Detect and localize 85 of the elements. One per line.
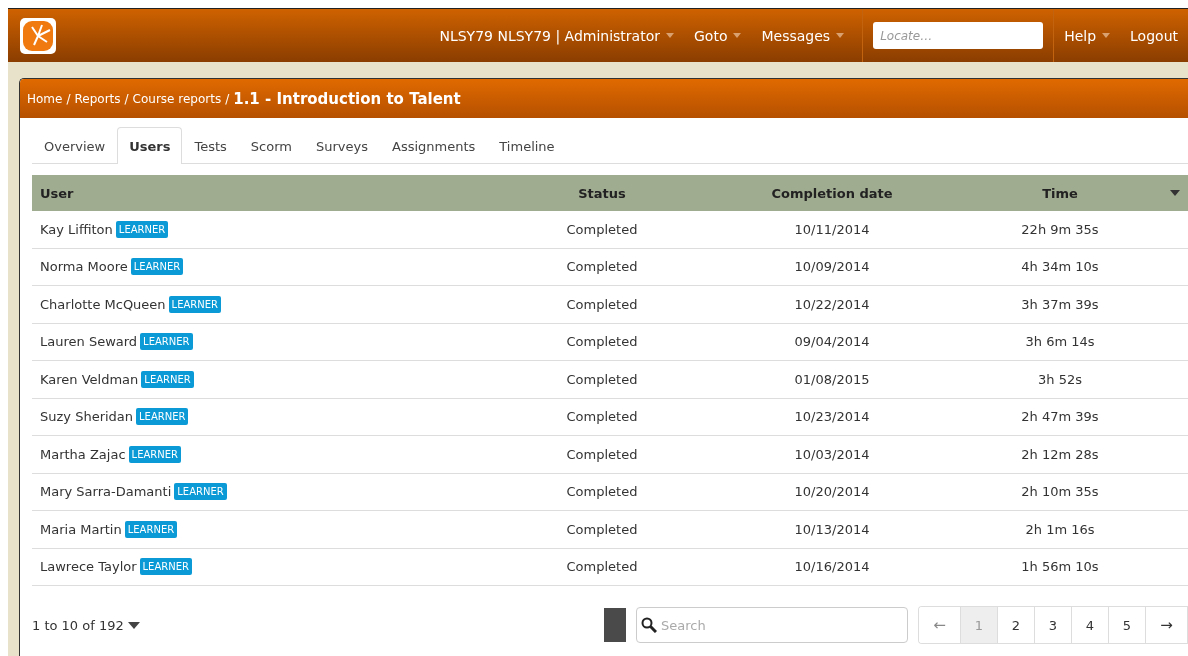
table-cell: 09/04/2014 <box>794 334 870 350</box>
table-cell: 3h 6m 14s <box>1025 334 1095 350</box>
role-badge: LEARNER <box>140 333 193 351</box>
tab[interactable]: Tests <box>182 127 239 164</box>
caret-icon <box>666 33 674 38</box>
user-name: Mary Sarra-Damanti <box>40 484 172 500</box>
role-badge: LEARNER <box>115 220 169 238</box>
column-header[interactable]: Completion date <box>771 185 893 201</box>
table-cell: 10/11/2014 <box>794 221 870 237</box>
nav-menu[interactable]: Logout <box>1120 9 1188 62</box>
table-cell: 2h 10m 35s <box>1021 484 1099 500</box>
role-badge: LEARNER <box>174 483 227 501</box>
breadcrumb-link[interactable]: Course reports <box>132 91 222 106</box>
search-icon <box>641 617 657 633</box>
table-cell: Completed <box>566 334 638 350</box>
role-badge: LEARNER <box>124 520 178 538</box>
table-cell: 10/03/2014 <box>794 446 870 462</box>
role-badge: LEARNER <box>141 370 194 388</box>
table-cell: Completed <box>566 484 638 500</box>
toggle-button[interactable] <box>604 608 626 642</box>
search-field[interactable]: Search <box>636 607 908 643</box>
page-title: 1.1 - Introduction to Talent <box>233 89 461 108</box>
table-cell: 10/13/2014 <box>794 521 870 537</box>
user-name: Lawrece Taylor <box>40 559 137 575</box>
tab[interactable]: Users <box>117 127 183 164</box>
breadcrumb-separator: / <box>124 91 129 106</box>
role-badge: LEARNER <box>130 258 184 276</box>
caret-icon <box>836 33 845 38</box>
column-header[interactable]: Time <box>1042 185 1078 201</box>
tab[interactable]: Timeline <box>487 127 567 164</box>
user-name: Kay Liffiton <box>40 221 113 237</box>
tab[interactable]: Assignments <box>380 127 488 164</box>
tab[interactable]: Scorm <box>238 127 304 164</box>
nav-menu[interactable]: NLSY79 NLSY79 | Administrator <box>429 9 684 62</box>
table-cell: Completed <box>566 559 638 575</box>
breadcrumb-link[interactable]: Home <box>27 91 63 106</box>
table-cell: 10/16/2014 <box>794 559 870 575</box>
breadcrumb-link[interactable]: Reports <box>74 91 121 106</box>
nav-menu[interactable]: Messages <box>751 9 855 62</box>
user-name: Karen Veldman <box>40 371 139 387</box>
table-cell: Completed <box>566 521 638 537</box>
table-cell: 10/09/2014 <box>794 259 870 275</box>
logo-icon[interactable] <box>20 17 56 54</box>
table-cell: 4h 34m 10s <box>1021 259 1099 275</box>
table-cell: Completed <box>566 259 638 275</box>
table-cell: 01/08/2015 <box>794 371 870 387</box>
breadcrumb-separator: / <box>66 91 71 106</box>
caret-icon <box>733 33 742 38</box>
column-header[interactable]: Status <box>578 185 626 201</box>
table-cell: 3h 37m 39s <box>1021 296 1099 312</box>
tab[interactable]: Surveys <box>304 127 380 164</box>
table-cell: 10/22/2014 <box>794 296 870 312</box>
table-cell: Completed <box>566 371 638 387</box>
caret-icon[interactable] <box>127 621 140 629</box>
table-cell: 10/23/2014 <box>794 409 870 425</box>
range-label: 1 to 10 of 192 <box>32 617 124 633</box>
table-cell: 2h 12m 28s <box>1021 446 1099 462</box>
nav-menu[interactable]: Goto <box>684 9 752 62</box>
table-cell: Completed <box>566 409 638 425</box>
table-cell: Completed <box>566 221 638 237</box>
user-name: Suzy Sheridan <box>40 409 134 425</box>
table-cell: 22h 9m 35s <box>1021 221 1099 237</box>
table-cell: Completed <box>566 446 638 462</box>
nav-menu[interactable]: Help <box>1054 9 1121 62</box>
role-badge: LEARNER <box>168 295 222 313</box>
table-cell: 1h 56m 10s <box>1021 559 1099 575</box>
table-cell: 3h 52s <box>1038 371 1082 387</box>
table-cell: 2h 1m 16s <box>1025 521 1095 537</box>
column-header[interactable]: User <box>32 185 472 201</box>
user-name: Lauren Seward <box>40 334 138 350</box>
role-badge: LEARNER <box>139 558 192 576</box>
role-badge: LEARNER <box>128 445 181 463</box>
user-name: Martha Zajac <box>40 446 126 462</box>
role-badge: LEARNER <box>136 408 189 426</box>
breadcrumb-separator: / <box>225 91 230 106</box>
user-name: Norma Moore <box>40 259 128 275</box>
user-name: Maria Martin <box>40 521 122 537</box>
tab[interactable]: Overview <box>32 127 118 164</box>
locate-field[interactable]: Locate… <box>873 22 1044 49</box>
table-cell: 10/20/2014 <box>794 484 870 500</box>
user-name: Charlotte McQueen <box>40 296 166 312</box>
caret-icon <box>1102 33 1111 38</box>
table-cell: 2h 47m 39s <box>1021 409 1099 425</box>
table-cell: Completed <box>566 296 638 312</box>
sort-caret-icon[interactable] <box>1170 190 1180 196</box>
